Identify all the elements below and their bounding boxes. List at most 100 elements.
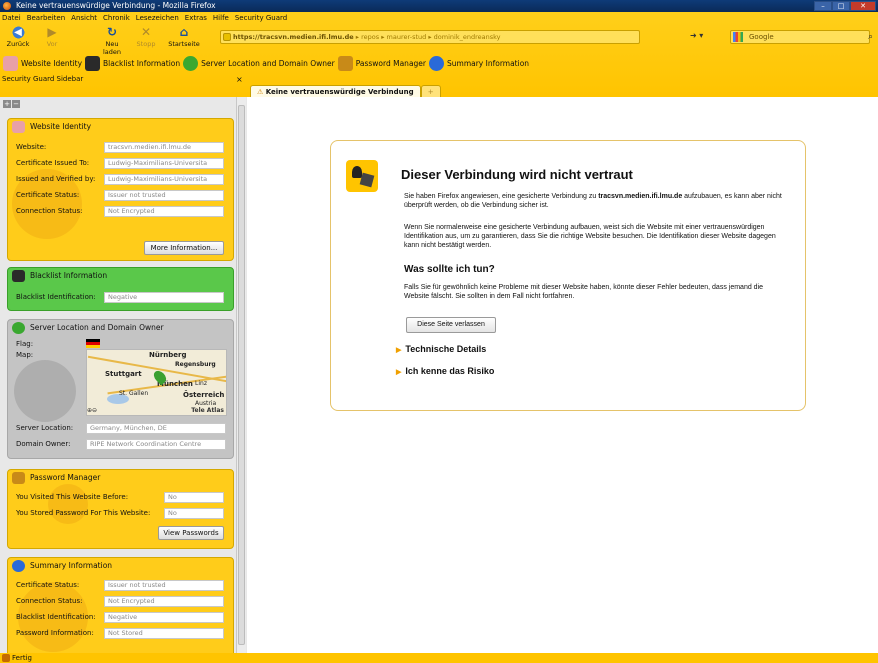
menu-ansicht[interactable]: Ansicht (71, 13, 97, 24)
sg-server-location-button[interactable]: Server Location and Domain Owner (183, 55, 335, 71)
blacklist-title: Blacklist Information (30, 271, 108, 280)
view-passwords-button[interactable]: View Passwords (158, 526, 224, 540)
home-icon: ⌂ (179, 25, 189, 39)
error-paragraph-2: Wenn Sie normalerweise eine gesicherte V… (404, 224, 776, 249)
tab-untrusted-connection[interactable]: ⚠ Keine vertrauenswürdige Verbindung (250, 85, 421, 97)
menu-lesezeichen[interactable]: Lesezeichen (136, 13, 179, 24)
reload-button[interactable]: ↻ Neu laden (96, 25, 128, 56)
page-content: Dieser Verbindung wird nicht vertraut Si… (247, 97, 878, 653)
go-arrow-icon[interactable]: ➜ ▾ (690, 31, 703, 40)
stop-button[interactable]: ✕ Stopp (130, 25, 162, 51)
germany-flag-icon (86, 339, 100, 348)
triangle-right-icon: ▶ (396, 369, 402, 376)
search-input[interactable]: Google ⌕ (730, 30, 873, 44)
url-path: ▸ repos ▸ maurer-stud ▸ dominik_endreans… (353, 33, 501, 41)
forward-button[interactable]: ▶ Vor (36, 25, 68, 51)
reload-icon: ↻ (106, 25, 118, 39)
domain-owner-label: Domain Owner: (16, 440, 71, 448)
server-location-field: Germany, München, DE (86, 423, 226, 434)
door-key-icon (12, 472, 25, 484)
home-button[interactable]: ⌂ Startseite (168, 25, 200, 51)
sg-summary-label: Summary Information (447, 58, 530, 68)
summary-connection-status-field: Not Encrypted (104, 596, 224, 607)
new-tab-button[interactable]: + (420, 85, 441, 97)
search-engine-label: Google (749, 33, 774, 41)
map-zoom-controls[interactable]: ⊕⊖ (87, 407, 97, 414)
sg-summary-button[interactable]: Summary Information (429, 55, 530, 71)
certificate-status-label: Certificate Status: (16, 191, 80, 199)
collapse-all-icon[interactable]: − (12, 100, 20, 108)
navigation-toolbar: ◀ Zurück ▶ Vor ↻ Neu laden ✕ Stopp ⌂ Sta… (0, 25, 878, 56)
website-identity-header[interactable]: Website Identity (8, 119, 233, 135)
sidebar-header: Security Guard Sidebar (2, 75, 84, 83)
sg-password-manager-button[interactable]: Password Manager (337, 55, 426, 71)
url-host: https://tracsvn.medien.ifi.lmu.de (233, 33, 354, 41)
flag-label: Flag: (16, 340, 34, 348)
warning-icon: ⚠ (257, 88, 264, 96)
search-icon[interactable]: ⌕ (868, 31, 873, 43)
menu-bearbeiten[interactable]: Bearbeiten (27, 13, 65, 24)
sidebar-expand-controls: + − (3, 100, 20, 108)
menu-chronik[interactable]: Chronik (103, 13, 130, 24)
sg-password-manager-label: Password Manager (355, 58, 426, 68)
summary-blacklist-label: Blacklist Identification: (16, 613, 96, 621)
issued-verified-by-field: Ludwig-Maximilians-Universita (104, 174, 224, 185)
visited-before-label: You Visited This Website Before: (16, 493, 129, 501)
website-field: tracsvn.medien.ifi.lmu.de (104, 142, 224, 153)
minimize-button[interactable]: – (814, 1, 832, 11)
summary-header[interactable]: Summary Information (8, 558, 233, 574)
stored-password-field: No (164, 508, 224, 519)
blacklist-header[interactable]: Blacklist Information (8, 268, 233, 284)
leave-page-button[interactable]: Diese Seite verlassen (406, 317, 496, 333)
maximize-button[interactable]: □ (832, 1, 850, 11)
url-bar[interactable]: https://tracsvn.medien.ifi.lmu.de ▸ repo… (220, 30, 640, 44)
domain-owner-field: RIPE Network Coordination Centre (86, 439, 226, 450)
status-bar: Fertig (0, 653, 878, 663)
sidebar-scrollbar[interactable] (236, 97, 246, 653)
sidebar-close-icon[interactable]: × (236, 74, 243, 85)
expand-all-icon[interactable]: + (3, 100, 11, 108)
map-city-nuernberg: Nürnberg (149, 351, 187, 359)
menu-hilfe[interactable]: Hilfe (213, 13, 229, 24)
untrusted-connection-box: Dieser Verbindung wird nicht vertraut Si… (330, 140, 806, 411)
menu-extras[interactable]: Extras (185, 13, 207, 24)
back-button[interactable]: ◀ Zurück (2, 25, 34, 51)
forward-arrow-icon: ▶ (47, 25, 57, 39)
site-identity-icon (223, 33, 231, 41)
understand-risks-expander[interactable]: ▶ Ich kenne das Risiko (396, 366, 494, 376)
summary-password-field: Not Stored (104, 628, 224, 639)
location-map[interactable]: Nürnberg Regensburg Stuttgart München Ös… (86, 349, 227, 416)
visited-before-field: No (164, 492, 224, 503)
tab-strip: ⚠ Keine vertrauenswürdige Verbindung + (250, 85, 441, 97)
menu-security-guard[interactable]: Security Guard (235, 13, 287, 24)
home-label: Startseite (168, 40, 200, 48)
issued-verified-by-label: Issued and Verified by: (16, 175, 96, 183)
sg-blacklist-button[interactable]: Blacklist Information (85, 55, 181, 71)
map-city-stuttgart: Stuttgart (105, 370, 142, 378)
browser-chrome: Datei Bearbeiten Ansicht Chronik Lesezei… (0, 12, 878, 97)
sg-website-identity-button[interactable]: Website Identity (3, 55, 82, 71)
more-information-button[interactable]: More Information... (144, 241, 224, 255)
close-button[interactable]: ✕ (850, 1, 876, 11)
connection-status-label: Connection Status: (16, 207, 83, 215)
globe-icon (429, 55, 444, 71)
technical-details-expander[interactable]: ▶ Technische Details (396, 344, 486, 354)
password-manager-header[interactable]: Password Manager (8, 470, 233, 486)
sidebar-scrollbar-thumb[interactable] (238, 105, 245, 645)
identity-icon (12, 121, 25, 133)
door-key-icon (337, 55, 353, 71)
server-location-title: Server Location and Domain Owner (30, 323, 164, 332)
blacklist-identification-label: Blacklist Identification: (16, 293, 96, 301)
menu-datei[interactable]: Datei (2, 13, 21, 24)
tab-title: Keine vertrauenswürdige Verbindung (265, 88, 414, 96)
stop-icon: ✕ (140, 25, 152, 39)
sg-blacklist-label: Blacklist Information (103, 58, 181, 68)
summary-connection-status-label: Connection Status: (16, 597, 83, 605)
cert-issued-to-field: Ludwig-Maximilians-Universita (104, 158, 224, 169)
server-location-label: Server Location: (16, 424, 74, 432)
firefox-window: Keine vertrauenswürdige Verbindung - Moz… (0, 0, 878, 663)
magnifier-globe-icon (183, 55, 199, 71)
cert-issued-to-label: Certificate Issued To: (16, 159, 90, 167)
error-title: Dieser Verbindung wird nicht vertraut (401, 167, 633, 182)
server-location-header[interactable]: Server Location and Domain Owner (8, 320, 233, 336)
